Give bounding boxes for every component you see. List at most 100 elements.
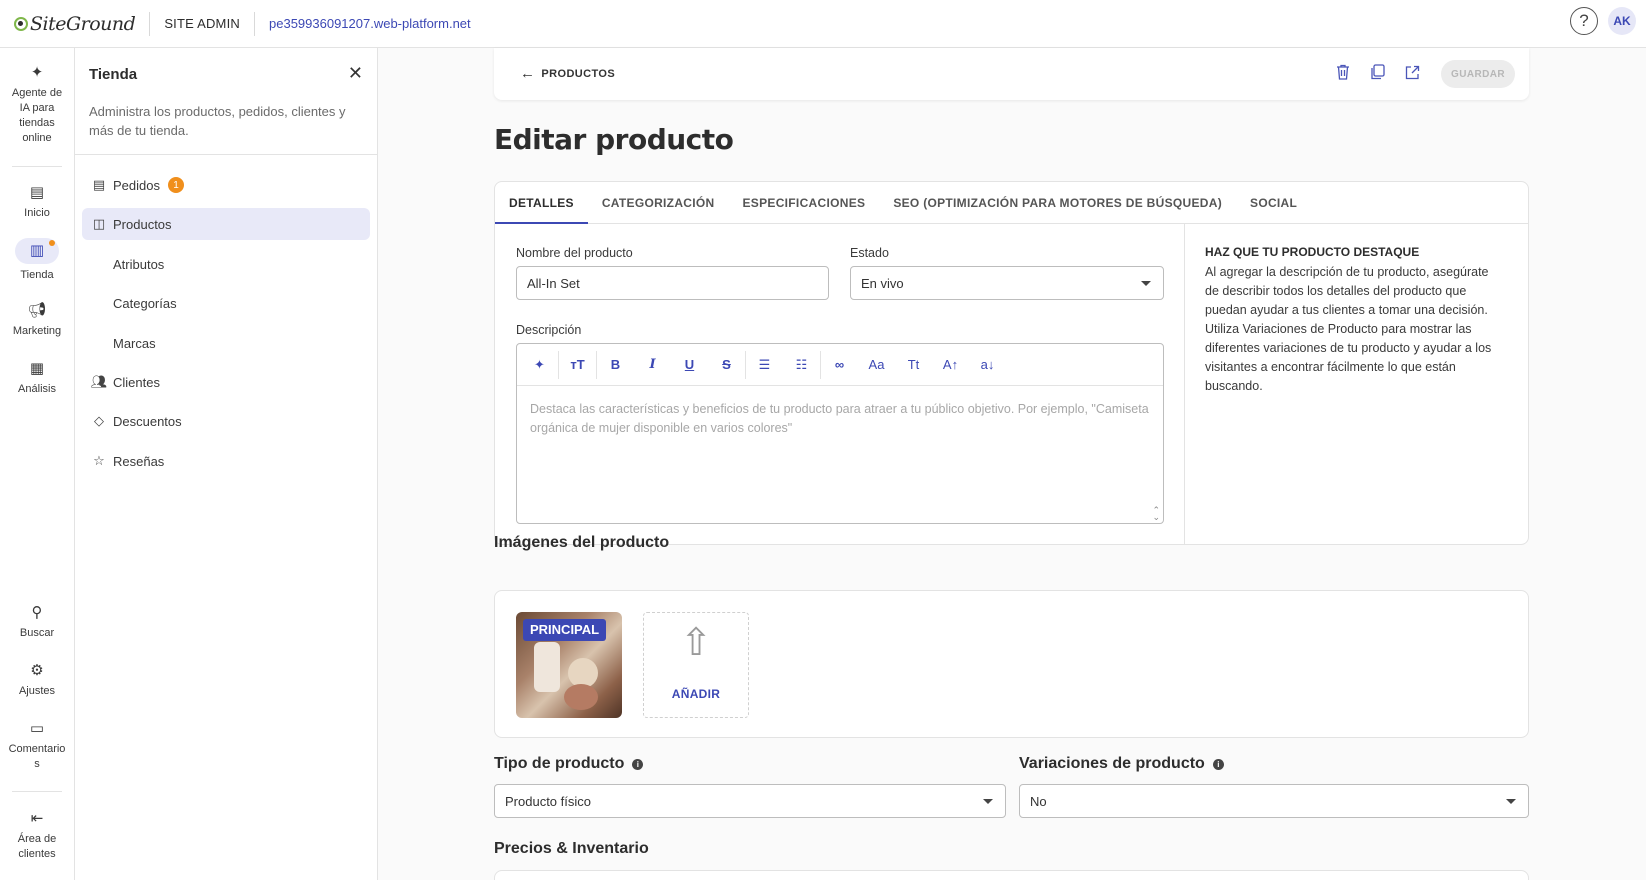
rail-item-marketing[interactable]: 📢︎ Marketing [0, 302, 74, 339]
user-avatar[interactable]: AK [1608, 7, 1636, 35]
sidebar-item-label: Pedidos [113, 177, 160, 193]
sidebar-description: Administra los productos, pedidos, clien… [89, 104, 346, 138]
rail-item-label: Comentarios [8, 743, 66, 770]
main-content: ← PRODUCTOS GUARDAR Editar producto DETA… [379, 48, 1646, 880]
rail-item-buscar[interactable]: ⚲ Buscar [0, 604, 74, 641]
variations-title: Variaciones de producto i [1019, 755, 1224, 773]
product-image-thumbnail[interactable]: PRINCIPAL [516, 612, 622, 718]
text-case-icon[interactable]: Tt [895, 357, 932, 372]
rail-item-inicio[interactable]: ▤ Inicio [0, 184, 74, 221]
section-title-text: Precios & Inventario [494, 840, 649, 857]
sidebar-title: Tienda [89, 66, 138, 83]
sidebar-item-productos[interactable]: ◫ Productos [82, 208, 370, 240]
sidebar-item-pedidos[interactable]: ▤ Pedidos 1 [82, 169, 370, 201]
divider [1184, 224, 1185, 544]
store-icon: ▥ [15, 238, 59, 264]
rail-item-comentarios[interactable]: ▭ Comentarios [0, 720, 74, 772]
tab-detalles[interactable]: DETALLES [495, 182, 588, 224]
heading-icon[interactable]: ᴛT [559, 357, 596, 372]
rail-item-area-clientes[interactable]: ⇤ Área de clientes [0, 810, 74, 862]
status-select[interactable]: En vivo [850, 266, 1164, 300]
rail-item-label: Buscar [19, 627, 55, 639]
tab-social[interactable]: SOCIAL [1236, 182, 1311, 224]
tab-categorizacion[interactable]: CATEGORIZACIÓN [588, 182, 729, 224]
save-button[interactable]: GUARDAR [1441, 60, 1515, 88]
arrow-left-icon: ← [520, 65, 536, 82]
tab-seo[interactable]: SEO (OPTIMIZACIÓN PARA MOTORES DE BÚSQUE… [879, 182, 1236, 224]
resize-handle-icon[interactable]: ⌃ ⌄ [1152, 506, 1160, 522]
rail-item-label: Área de clientes [17, 833, 57, 860]
numbered-list-icon[interactable]: ☷ [783, 357, 820, 373]
tab-especificaciones[interactable]: ESPECIFICACIONES [728, 182, 879, 224]
sidebar-item-descuentos[interactable]: ◇ Descuentos [82, 405, 370, 437]
star-icon: ☆ [93, 453, 105, 468]
sidebar-item-atributos[interactable]: Atributos [82, 248, 370, 280]
product-details-card: DETALLES CATEGORIZACIÓN ESPECIFICACIONES… [494, 181, 1529, 545]
info-icon[interactable]: i [632, 758, 644, 770]
site-domain-link[interactable]: pe359936091207.web-platform.net [269, 16, 471, 31]
product-name-input[interactable]: All-In Set [516, 266, 829, 300]
rail-item-label: Agente de IA para tiendas online [11, 87, 63, 144]
chart-icon: ▦ [29, 360, 45, 377]
duplicate-icon[interactable] [1369, 63, 1386, 81]
bag-icon: ◫ [92, 216, 106, 231]
link-icon[interactable]: ∞ [821, 357, 858, 372]
back-to-products-link[interactable]: ← PRODUCTOS [520, 65, 615, 82]
help-button[interactable]: ? [1570, 7, 1598, 35]
logo-mark-icon [14, 16, 28, 31]
rail-item-label: Tienda [20, 269, 54, 281]
italic-icon[interactable]: I [634, 357, 671, 372]
ai-sparkle-icon[interactable]: ✦ [521, 357, 558, 373]
underline-icon[interactable]: U [671, 357, 708, 372]
rail-item-analisis[interactable]: ▦ Análisis [0, 360, 74, 397]
product-type-select[interactable]: Producto físico [494, 784, 1006, 818]
sparkle-icon: ✦ [30, 64, 44, 81]
section-title-text: Variaciones de producto [1019, 755, 1205, 772]
product-images-card: PRINCIPAL ⇧ AÑADIR [494, 590, 1529, 738]
receipt-icon: ▤ [92, 177, 106, 192]
siteground-logo[interactable]: SiteGround [14, 13, 136, 35]
megaphone-icon: 📢︎ [27, 302, 47, 319]
variations-value: No [1030, 793, 1047, 809]
sidebar-item-label: Categorías [113, 295, 177, 311]
font-size-up-icon[interactable]: A↑ [932, 357, 969, 372]
tip-title: HAZ QUE TU PRODUCTO DESTAQUE [1205, 245, 1420, 259]
sidebar-item-label: Descuentos [113, 413, 182, 429]
description-editor[interactable]: ✦ ᴛT B I U S ☰ ☷ ∞ Aa Tt A↑ a↓ Destaca l… [516, 343, 1164, 524]
add-image-button[interactable]: ⇧ AÑADIR [643, 612, 749, 718]
comment-icon: ▭ [29, 720, 45, 737]
variations-select[interactable]: No [1019, 784, 1529, 818]
external-link-icon[interactable] [1404, 63, 1421, 81]
sidebar-item-label: Productos [113, 216, 172, 232]
bold-icon[interactable]: B [597, 357, 634, 372]
rail-item-tienda[interactable]: ▥ Tienda [0, 238, 74, 283]
rail-item-ajustes[interactable]: ⚙ Ajustes [0, 662, 74, 699]
sidebar-item-marcas[interactable]: Marcas [82, 327, 370, 359]
info-icon[interactable]: i [1212, 758, 1224, 770]
sidebar-item-label: Clientes [113, 374, 160, 390]
orders-count-badge: 1 [167, 177, 184, 193]
sidebar-item-clientes[interactable]: 👥︎ Clientes [82, 366, 370, 398]
store-sidebar: Tienda ✕ Administra los productos, pedid… [75, 48, 378, 880]
section-title-text: Imágenes del producto [494, 534, 670, 551]
rail-item-ai-agent[interactable]: ✦ Agente de IA para tiendas online [0, 64, 74, 146]
sidebar-item-resenas[interactable]: ☆ Reseñas [82, 445, 370, 477]
close-icon[interactable]: ✕ [348, 63, 363, 84]
trash-icon[interactable] [1334, 63, 1351, 81]
divider [12, 166, 62, 167]
sidebar-item-categorias[interactable]: Categorías [82, 287, 370, 319]
caret-down-icon [1141, 281, 1151, 286]
image-shape [534, 642, 560, 692]
sidebar-item-label: Marcas [113, 335, 156, 351]
strikethrough-icon[interactable]: S [708, 357, 745, 372]
font-family-icon[interactable]: Aa [858, 357, 895, 372]
back-label: PRODUCTOS [541, 67, 616, 80]
tip-text: Al agregar la descripción de tu producto… [1205, 265, 1492, 393]
status-value: En vivo [861, 275, 904, 291]
search-icon: ⚲ [31, 604, 43, 621]
description-label: Descripción [516, 323, 582, 337]
font-size-down-icon[interactable]: a↓ [969, 357, 1006, 372]
bullet-list-icon[interactable]: ☰ [746, 357, 783, 373]
rail-item-label: Marketing [12, 325, 62, 337]
product-type-title: Tipo de producto i [494, 755, 644, 773]
